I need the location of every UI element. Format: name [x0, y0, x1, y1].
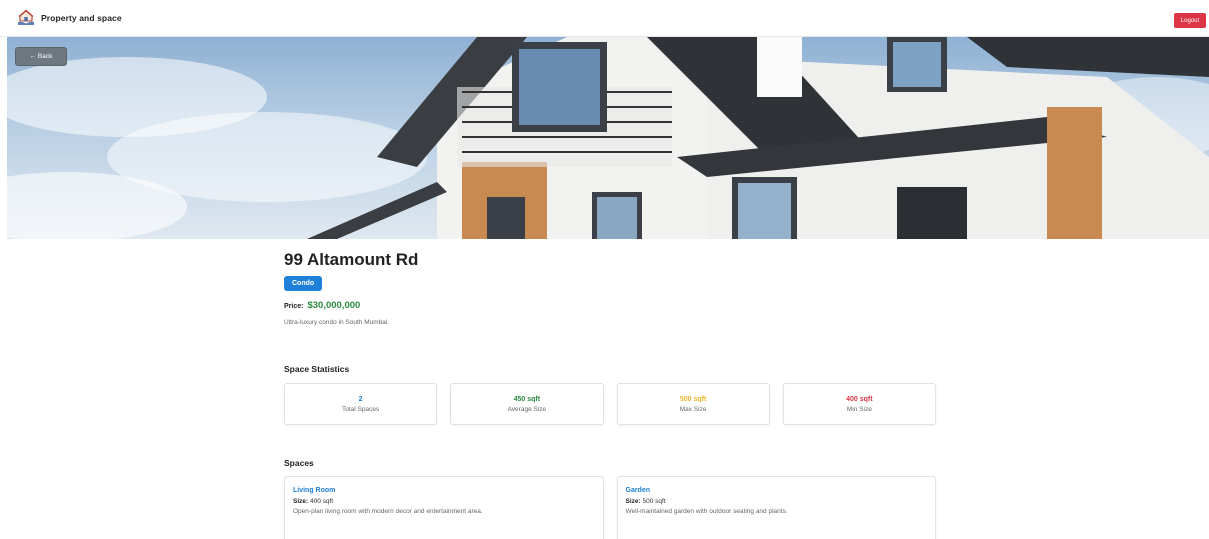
hero-image: ← Back	[7, 37, 1209, 239]
stat-card-min-size: 400 sqft Min Size	[782, 383, 936, 425]
space-statistics-title: Space Statistics	[284, 364, 350, 374]
brand[interactable]: Property and space	[17, 9, 122, 27]
space-description: Well-maintained garden with outdoor seat…	[625, 508, 788, 515]
space-name[interactable]: Garden	[626, 487, 928, 494]
space-card-living-room[interactable]: Living Room Size: 400 sqft Open-plan liv…	[284, 476, 604, 539]
house-in-hands-icon	[17, 9, 35, 27]
price-label: Price:	[284, 303, 304, 310]
property-details: 99 Altamount Rd Condo Price: $30,000,000…	[284, 250, 936, 326]
space-size: Size: 500 sqft	[626, 498, 928, 505]
stat-value: 2	[358, 395, 363, 403]
price-value: $30,000,000	[307, 300, 361, 311]
stat-value: 400 sqft	[846, 395, 873, 403]
stat-card-average-size: 450 sqft Average Size	[450, 383, 604, 425]
stat-label: Average Size	[507, 405, 547, 413]
spaces-title: Spaces	[284, 458, 314, 468]
brand-title: Property and space	[41, 13, 122, 23]
stat-card-max-size: 500 sqft Max Size	[616, 383, 770, 425]
stat-label: Total Spaces	[342, 405, 380, 413]
stat-card-total-spaces: 2 Total Spaces	[284, 383, 438, 425]
spaces-list: Living Room Size: 400 sqft Open-plan liv…	[284, 476, 936, 539]
stat-label: Min Size	[846, 405, 872, 413]
house-photo	[7, 37, 1209, 239]
stat-value: 500 sqft	[679, 395, 707, 403]
space-description: Open-plan living room with modern decor …	[293, 508, 483, 515]
stat-label: Max Size	[679, 405, 707, 413]
space-card-garden[interactable]: Garden Size: 500 sqft Well-maintained ga…	[616, 476, 936, 539]
price-row: Price: $30,000,000	[284, 300, 936, 311]
top-navbar: Property and space Logout	[0, 0, 1209, 37]
property-title: 99 Altamount Rd	[284, 250, 419, 269]
size-label: Size:	[625, 498, 641, 505]
space-size: Size: 400 sqft	[293, 498, 595, 505]
size-value: 400 sqft	[309, 498, 334, 505]
property-description: Ultra-luxury condo in South Mumbai.	[284, 319, 390, 326]
logout-button[interactable]: Logout	[1174, 13, 1206, 28]
stat-value: 450 sqft	[513, 395, 541, 403]
statistics-row: 2 Total Spaces 450 sqft Average Size 500…	[284, 383, 936, 425]
space-name[interactable]: Living Room	[293, 487, 595, 494]
property-type-badge: Condo	[284, 276, 323, 291]
back-button[interactable]: ← Back	[15, 47, 67, 66]
size-value: 500 sqft	[642, 498, 666, 505]
size-label: Size:	[293, 498, 309, 505]
